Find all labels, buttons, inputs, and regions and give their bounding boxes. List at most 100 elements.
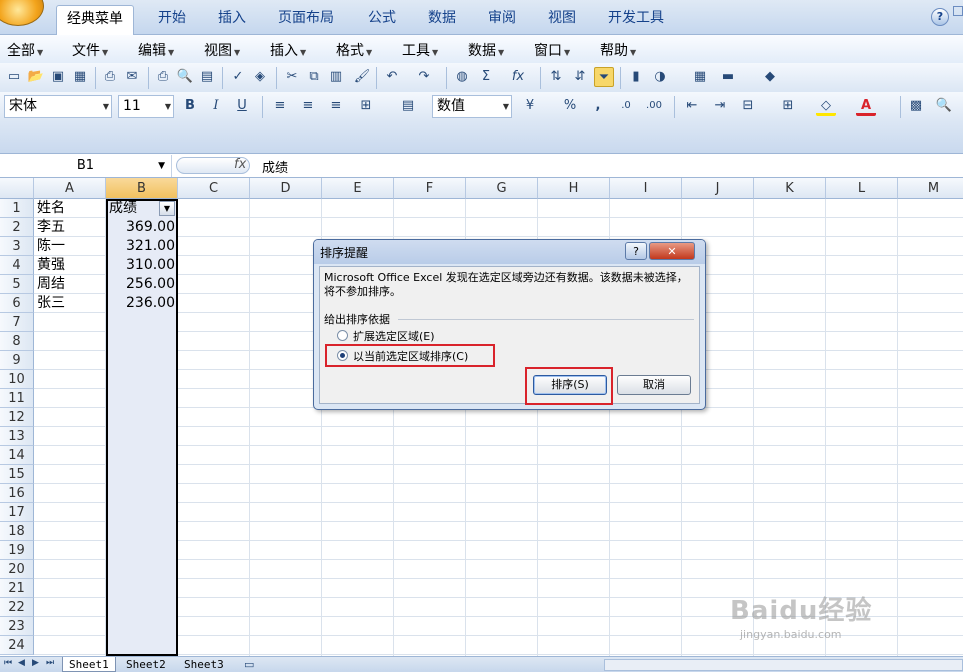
- row-header[interactable]: 19: [0, 541, 34, 560]
- column-header-g[interactable]: G: [466, 178, 538, 199]
- cell-a2[interactable]: 李五: [34, 218, 68, 237]
- menu-help[interactable]: 帮助 ▼: [600, 40, 636, 60]
- current-selection-radio[interactable]: [337, 350, 348, 361]
- bold-button[interactable]: B: [180, 96, 200, 116]
- sort-descending-icon[interactable]: ⇵: [570, 67, 590, 87]
- new-icon[interactable]: ▭: [4, 67, 24, 87]
- column-header-l[interactable]: L: [826, 178, 898, 199]
- row-header[interactable]: 13: [0, 427, 34, 446]
- office-button[interactable]: [0, 0, 44, 26]
- align-right-icon[interactable]: ≡: [326, 96, 346, 116]
- menu-data[interactable]: 数据 ▼: [468, 40, 504, 60]
- row-header[interactable]: 6: [0, 294, 34, 313]
- menu-insert[interactable]: 插入 ▼: [270, 40, 306, 60]
- cancel-button[interactable]: 取消: [617, 375, 691, 395]
- name-box[interactable]: B1 ▼: [0, 155, 172, 177]
- prev-sheet-icon[interactable]: ◀: [18, 658, 25, 668]
- sort-ascending-icon[interactable]: ⇅: [546, 67, 566, 87]
- export-icon[interactable]: ▦: [70, 67, 90, 87]
- wrap-text-icon[interactable]: ▤: [398, 96, 418, 116]
- copy-icon[interactable]: ⧉: [304, 67, 324, 87]
- format-painter-icon[interactable]: 🖌: [352, 67, 372, 87]
- sheet-tab-1[interactable]: Sheet1: [62, 657, 116, 672]
- dialog-help-button[interactable]: ?: [625, 242, 647, 260]
- expand-selection-label[interactable]: 扩展选定区域(E): [353, 328, 435, 344]
- cut-icon[interactable]: ✂: [282, 67, 302, 87]
- translate-icon[interactable]: ◈: [250, 67, 270, 87]
- row-header[interactable]: 2: [0, 218, 34, 237]
- row-header[interactable]: 24: [0, 636, 34, 655]
- drawing-icon[interactable]: ◑: [650, 67, 670, 87]
- column-header-b[interactable]: B: [106, 178, 178, 199]
- insert-function-icon[interactable]: fx: [234, 157, 246, 172]
- first-sheet-icon[interactable]: ⏮: [4, 658, 12, 668]
- mail-icon[interactable]: ✉: [122, 67, 142, 87]
- sheet-tab-2[interactable]: Sheet2: [120, 657, 172, 672]
- menu-tools[interactable]: 工具 ▼: [402, 40, 438, 60]
- column-header-h[interactable]: H: [538, 178, 610, 199]
- formula-input[interactable]: 成绩: [262, 157, 288, 176]
- row-header[interactable]: 7: [0, 313, 34, 332]
- decrease-indent-icon[interactable]: ⇤: [682, 96, 702, 116]
- dialog-title-bar[interactable]: 排序提醒 ? ✕: [314, 240, 705, 264]
- column-header-c[interactable]: C: [178, 178, 250, 199]
- row-header[interactable]: 12: [0, 408, 34, 427]
- tab-review[interactable]: 审阅: [478, 5, 526, 35]
- pdf-icon[interactable]: ⎙: [100, 67, 120, 87]
- row-header[interactable]: 22: [0, 598, 34, 617]
- open-icon[interactable]: 📂: [26, 67, 46, 87]
- align-center-icon[interactable]: ≡: [298, 96, 318, 116]
- print-preview-icon[interactable]: 🔍: [175, 67, 195, 87]
- borders-icon[interactable]: ⊞: [778, 96, 798, 116]
- row-header[interactable]: 5: [0, 275, 34, 294]
- italic-button[interactable]: I: [206, 96, 226, 116]
- cell-a1[interactable]: 姓名: [34, 199, 68, 218]
- help-icon[interactable]: ?: [931, 8, 949, 26]
- sort-button[interactable]: 排序(S): [533, 375, 607, 395]
- row-header[interactable]: 15: [0, 465, 34, 484]
- sheet-tab-3[interactable]: Sheet3: [178, 657, 230, 672]
- cell-b1[interactable]: 成绩: [106, 199, 140, 218]
- row-header[interactable]: 4: [0, 256, 34, 275]
- styles-icon[interactable]: ▩: [906, 96, 926, 116]
- cell-a6[interactable]: 张三: [34, 294, 68, 313]
- dialog-close-button[interactable]: ✕: [649, 242, 695, 260]
- underline-button[interactable]: U: [232, 96, 252, 116]
- column-header-e[interactable]: E: [322, 178, 394, 199]
- align-left-icon[interactable]: ≡: [270, 96, 290, 116]
- column-header-d[interactable]: D: [250, 178, 322, 199]
- hyperlink-icon[interactable]: ◍: [452, 67, 472, 87]
- chart-icon[interactable]: ▮: [626, 67, 646, 87]
- row-header[interactable]: 14: [0, 446, 34, 465]
- paste-icon[interactable]: ▥: [326, 67, 346, 87]
- row-header[interactable]: 1: [0, 199, 34, 218]
- row-header[interactable]: 9: [0, 351, 34, 370]
- insert-sheet-icon[interactable]: ▭: [244, 658, 254, 671]
- column-header-k[interactable]: K: [754, 178, 826, 199]
- menu-file[interactable]: 文件 ▼: [72, 40, 108, 60]
- column-header-i[interactable]: I: [610, 178, 682, 199]
- currency-icon[interactable]: ¥: [520, 96, 540, 116]
- cell-b6[interactable]: 236.00: [106, 294, 178, 313]
- filter-dropdown-icon[interactable]: ▼: [159, 201, 175, 216]
- menu-window[interactable]: 窗口 ▼: [534, 40, 570, 60]
- cell-b4[interactable]: 310.00: [106, 256, 178, 275]
- row-header[interactable]: 21: [0, 579, 34, 598]
- increase-indent-icon[interactable]: ⇥: [710, 96, 730, 116]
- row-header[interactable]: 10: [0, 370, 34, 389]
- column-header-a[interactable]: A: [34, 178, 106, 199]
- row-header[interactable]: 11: [0, 389, 34, 408]
- row-header[interactable]: 23: [0, 617, 34, 636]
- row-header[interactable]: 20: [0, 560, 34, 579]
- insert-function-button[interactable]: fx: [508, 67, 528, 87]
- row-header[interactable]: 8: [0, 332, 34, 351]
- row-header[interactable]: 16: [0, 484, 34, 503]
- autosum-button[interactable]: Σ: [476, 67, 496, 87]
- research-icon[interactable]: ▤: [197, 67, 217, 87]
- cell-b3[interactable]: 321.00: [106, 237, 178, 256]
- undo-icon[interactable]: ↶: [382, 67, 402, 87]
- spelling-icon[interactable]: ✓: [228, 67, 248, 87]
- tab-page-layout[interactable]: 页面布局: [268, 5, 344, 35]
- tab-developer[interactable]: 开发工具: [598, 5, 674, 35]
- text-direction-icon[interactable]: ⊟: [738, 96, 758, 116]
